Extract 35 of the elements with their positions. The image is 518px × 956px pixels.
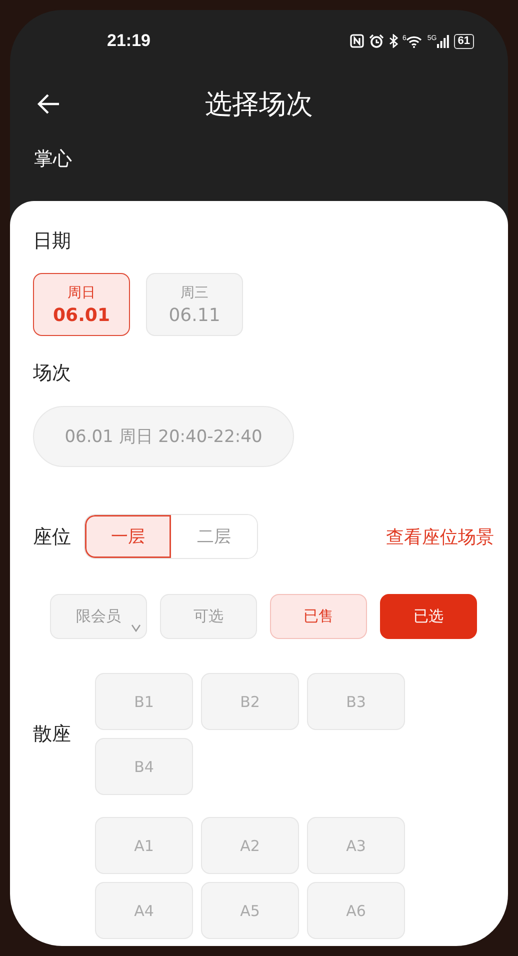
section-label: 日期 — [33, 229, 72, 254]
date-option[interactable]: 周日 06.01 — [33, 273, 130, 336]
wifi-icon — [406, 34, 422, 48]
seat-view-link[interactable]: 查看座位场景 — [386, 524, 494, 548]
legend-label: 可选 — [194, 607, 224, 626]
seat-button[interactable]: A2 — [201, 817, 299, 874]
bluetooth-icon — [388, 34, 398, 48]
section-label: 散座 — [33, 722, 71, 747]
status-time: 21:19 — [107, 31, 150, 51]
section-label: 场次 — [33, 361, 72, 386]
alarm-icon — [368, 34, 384, 48]
legend-label: 已售 — [304, 607, 334, 626]
seat-button[interactable]: A6 — [307, 882, 405, 939]
floor-tab[interactable]: 一层 — [85, 515, 171, 558]
back-arrow-icon — [37, 93, 61, 115]
session-option[interactable]: 06.01 周日 20:40-22:40 — [33, 406, 294, 467]
chevron-down-icon — [131, 624, 141, 632]
date-option[interactable]: 周三 06.11 — [146, 273, 243, 336]
seat-button[interactable]: B2 — [201, 673, 299, 730]
seat-button[interactable]: A3 — [307, 817, 405, 874]
nfc-icon — [350, 34, 364, 48]
venue-name: 掌心 — [33, 147, 73, 172]
seat-button[interactable]: B4 — [95, 738, 193, 795]
seat-button[interactable]: A5 — [201, 882, 299, 939]
legend-label: 限会员 — [76, 607, 121, 626]
seat-button[interactable]: A4 — [95, 882, 193, 939]
section-label: 座位 — [33, 524, 71, 550]
back-button[interactable] — [37, 93, 61, 115]
battery-indicator: 61 — [454, 34, 474, 48]
page-title: 选择场次 — [205, 88, 313, 122]
legend-label: 已选 — [414, 607, 444, 626]
seat-button[interactable]: A1 — [95, 817, 193, 874]
signal-icon — [436, 34, 449, 48]
seat-button[interactable]: B1 — [95, 673, 193, 730]
seat-button[interactable]: B3 — [307, 673, 405, 730]
